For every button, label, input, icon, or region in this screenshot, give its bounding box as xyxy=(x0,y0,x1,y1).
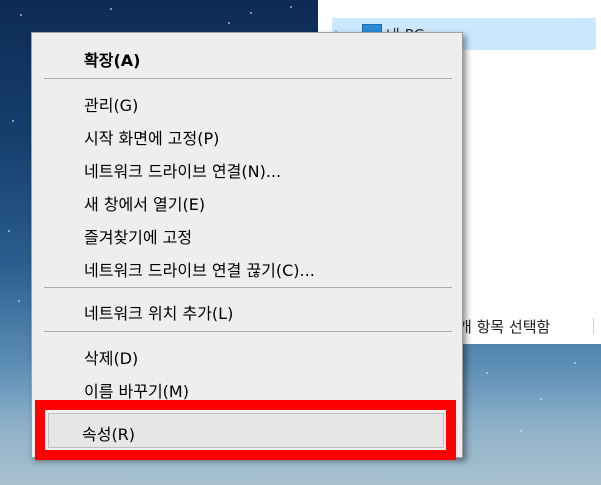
menu-item-label: 즐겨찾기에 고정 xyxy=(84,228,193,247)
menu-separator xyxy=(44,331,452,332)
menu-item-label: 시작 화면에 고정(P) xyxy=(84,129,220,148)
menu-item-add-network-location[interactable]: 네트워크 위치 추가(L) xyxy=(34,294,460,327)
menu-item-label: 이름 바꾸기(M) xyxy=(84,382,189,401)
menu-item-label: 네트워크 위치 추가(L) xyxy=(84,304,234,323)
context-menu: 확장(A) 관리(G) 시작 화면에 고정(P) 네트워크 드라이브 연결(N)… xyxy=(31,32,463,458)
menu-item-expand[interactable]: 확장(A) xyxy=(34,41,460,74)
status-bar-selection-text: 개 항목 선택함 xyxy=(458,318,551,336)
menu-item-label: 네트워크 드라이브 연결(N)... xyxy=(84,162,282,181)
highlight-annotation-box xyxy=(35,400,456,460)
menu-separator xyxy=(44,78,452,79)
menu-item-manage[interactable]: 관리(G) xyxy=(34,86,460,119)
menu-item-pin-to-quick-access[interactable]: 즐겨찾기에 고정 xyxy=(34,218,460,251)
menu-separator xyxy=(44,287,452,288)
menu-item-label: 삭제(D) xyxy=(84,349,139,368)
menu-item-open-in-new-window[interactable]: 새 창에서 열기(E) xyxy=(34,185,460,218)
menu-item-disconnect-network-drive[interactable]: 네트워크 드라이브 연결 끊기(C)... xyxy=(34,251,460,284)
menu-item-label: 네트워크 드라이브 연결 끊기(C)... xyxy=(84,261,315,280)
menu-item-pin-to-start[interactable]: 시작 화면에 고정(P) xyxy=(34,119,460,152)
menu-item-delete[interactable]: 삭제(D) xyxy=(34,339,460,372)
status-bar-divider xyxy=(593,318,594,334)
menu-item-label: 새 창에서 열기(E) xyxy=(84,195,206,214)
menu-item-map-network-drive[interactable]: 네트워크 드라이브 연결(N)... xyxy=(34,152,460,185)
menu-item-label: 관리(G) xyxy=(84,96,139,115)
menu-item-label: 확장(A) xyxy=(84,51,141,70)
